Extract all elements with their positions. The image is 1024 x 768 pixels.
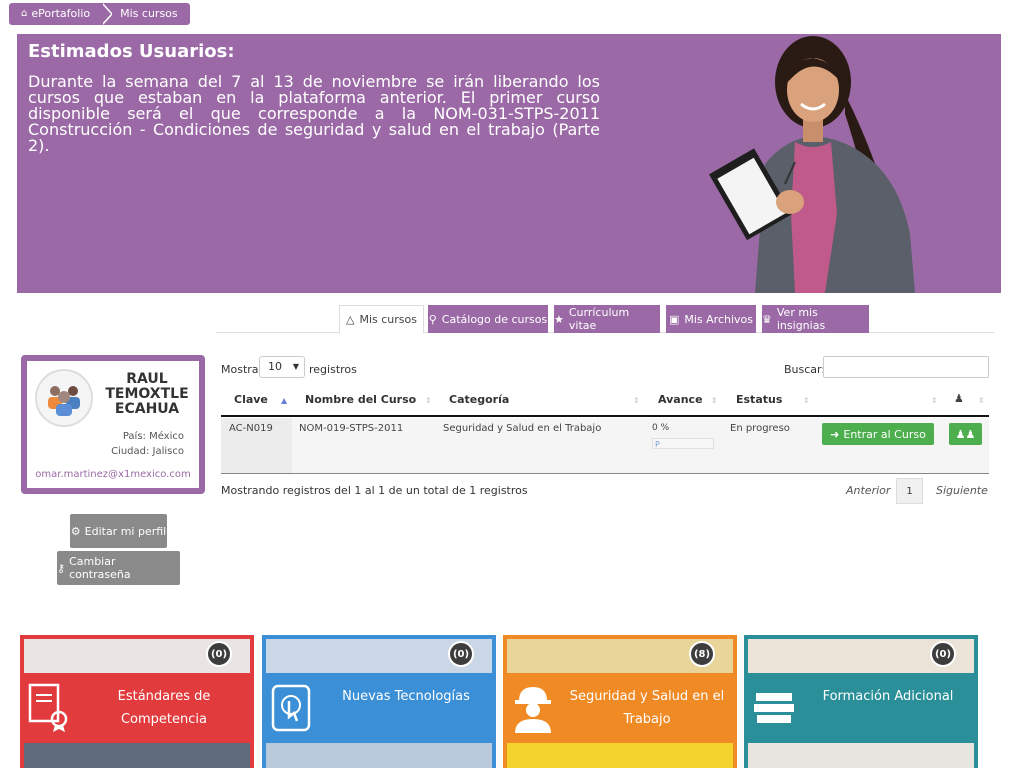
cell-clave: AC-N019: [229, 423, 273, 434]
tab-catalogo[interactable]: ⚲ Catálogo de cursos: [428, 305, 548, 333]
col-categoria[interactable]: Categoría: [449, 393, 509, 406]
col-clave[interactable]: Clave: [234, 393, 268, 406]
card-image-bottom: [748, 743, 974, 768]
certificate-icon: [28, 683, 68, 732]
category-title: Nuevas Tecnologías: [342, 689, 470, 704]
page-size-select[interactable]: 10 ▼: [259, 356, 305, 378]
course-tabs: △ Mis cursos ⚲ Catálogo de cursos ★ Curr…: [216, 305, 994, 334]
card-image-bottom: [507, 743, 733, 768]
breadcrumb-current-label: Mis cursos: [120, 7, 178, 20]
progress-bar: P: [652, 438, 714, 449]
trophy-icon: ♛: [762, 312, 772, 326]
worker-helmet-icon: [515, 687, 551, 733]
key-icon: ⚷: [57, 561, 66, 575]
profile-name: RAUL TEMOXTLE ECAHUA: [105, 371, 189, 417]
tab-archivos[interactable]: ▣ Mis Archivos: [666, 305, 756, 333]
category-card-seguridad[interactable]: Seguridad y Salud en el Trabajo (8): [503, 635, 737, 768]
category-count-badge: (8): [689, 641, 715, 667]
sort-icon[interactable]: ⇕: [633, 396, 640, 405]
cell-estatus: En progreso: [730, 423, 790, 434]
user-icon: ♟: [954, 392, 964, 405]
table-row: AC-N019 NOM-019-STPS-2011 Seguridad y Sa…: [221, 418, 989, 474]
progress-marker: P: [655, 440, 660, 449]
sort-asc-icon[interactable]: ▲: [281, 396, 287, 405]
search-icon: ⚲: [428, 312, 437, 326]
enter-course-button[interactable]: ➜ Entrar al Curso: [822, 423, 934, 445]
tab-mis-cursos-label: Mis cursos: [359, 313, 417, 326]
announcement-banner: Estimados Usuarios: Durante la semana de…: [17, 34, 1001, 293]
books-icon: [754, 693, 794, 723]
users-icon: ♟♟: [955, 427, 976, 441]
avatar: [35, 369, 93, 427]
category-count-badge: (0): [448, 641, 474, 667]
enter-course-label: Entrar al Curso: [843, 427, 926, 441]
home-icon: ⌂: [21, 8, 28, 19]
pagination-page-label: 1: [906, 485, 913, 497]
archive-icon: ▣: [668, 312, 680, 326]
tab-insignias[interactable]: ♛ Ver mis insignias: [762, 305, 869, 333]
profile-card: RAUL TEMOXTLE ECAHUA País: México Ciudad…: [21, 355, 205, 494]
edit-profile-button[interactable]: ⚙ Editar mi perfil: [70, 514, 167, 548]
cell-categoria: Seguridad y Salud en el Trabajo: [443, 423, 602, 434]
tab-catalogo-label: Catálogo de cursos: [441, 312, 548, 326]
banner-woman-illustration: [709, 36, 915, 293]
edit-profile-label: Editar mi perfil: [84, 524, 167, 538]
gear-icon: ⚙: [70, 524, 81, 538]
show-label: Mostrar: [221, 363, 264, 376]
sign-in-icon: ➜: [830, 427, 840, 441]
graduation-cap-icon: △: [346, 313, 355, 326]
category-card-estandares[interactable]: Estándares de Competencia (0): [20, 635, 254, 768]
group-users-icon: [48, 386, 80, 416]
table-header: Clave ▲ Nombre del Curso ⇕ Categoría ⇕ A…: [221, 387, 989, 417]
breadcrumb-home[interactable]: ⌂ ePortafolio: [9, 3, 114, 25]
card-image-bottom: [266, 743, 492, 768]
category-count-badge: (0): [930, 641, 956, 667]
search-label: Buscar:: [784, 363, 826, 376]
sort-icon[interactable]: ⇕: [931, 396, 938, 405]
pagination-previous[interactable]: Anterior: [846, 484, 890, 497]
tab-archivos-label: Mis Archivos: [684, 312, 754, 326]
banner-message: Durante la semana del 7 al 13 de noviemb…: [28, 72, 600, 155]
change-password-button[interactable]: ⚷ Cambiar contraseña: [57, 551, 180, 585]
col-nombre[interactable]: Nombre del Curso: [305, 393, 416, 406]
category-title: Seguridad y Salud en el Trabajo: [569, 689, 725, 727]
tab-insignias-label: Ver mis insignias: [776, 306, 826, 332]
tab-curriculum[interactable]: ★ Currículum vitae: [554, 305, 660, 333]
profile-city: Ciudad: Jalisco: [111, 446, 184, 457]
table-info: Mostrando registros del 1 al 1 de un tot…: [221, 484, 528, 497]
change-password-label: Cambiar contraseña: [69, 555, 131, 581]
category-title: Formación Adicional: [822, 689, 954, 704]
category-title: Estándares de Competencia: [117, 689, 211, 727]
profile-email: omar.martinez@x1mexico.com: [35, 469, 191, 480]
cell-avance: 0 %: [652, 423, 670, 433]
records-label: registros: [309, 363, 357, 376]
page-size-value: 10: [268, 360, 282, 373]
profile-country: País: México: [122, 431, 184, 442]
category-card-tecnologias[interactable]: Nuevas Tecnologías (0): [262, 635, 496, 768]
card-image-bottom: [24, 743, 250, 768]
tab-curriculum-label: Currículum vitae: [568, 306, 630, 332]
breadcrumb: ⌂ ePortafolio Mis cursos: [9, 3, 190, 25]
search-input[interactable]: [823, 356, 989, 378]
cell-nombre: NOM-019-STPS-2011: [299, 423, 404, 434]
sort-icon[interactable]: ⇕: [711, 396, 718, 405]
sort-icon[interactable]: ⇕: [425, 396, 432, 405]
col-avance[interactable]: Avance: [658, 393, 703, 406]
pagination-page[interactable]: 1: [896, 478, 923, 504]
pagination-next[interactable]: Siguiente: [936, 484, 988, 497]
col-estatus[interactable]: Estatus: [736, 393, 782, 406]
caret-down-icon: ▼: [292, 362, 299, 371]
sort-icon[interactable]: ⇕: [978, 396, 985, 405]
touch-tablet-icon: [271, 684, 311, 732]
tab-mis-cursos[interactable]: △ Mis cursos: [339, 305, 424, 334]
banner-title: Estimados Usuarios:: [28, 41, 235, 62]
group-button[interactable]: ♟♟: [949, 423, 982, 445]
category-count-badge: (0): [206, 641, 232, 667]
breadcrumb-home-label: ePortafolio: [31, 7, 91, 20]
star-icon: ★: [554, 312, 564, 326]
breadcrumb-current: Mis cursos: [112, 3, 190, 25]
category-card-formacion[interactable]: Formación Adicional (0): [744, 635, 978, 768]
sort-icon[interactable]: ⇕: [803, 396, 810, 405]
